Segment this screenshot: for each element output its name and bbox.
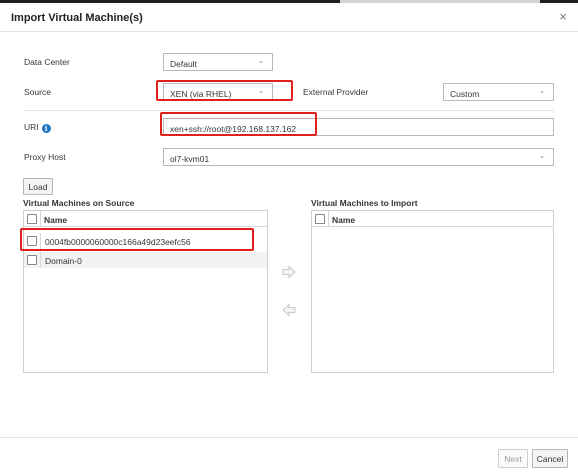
cancel-button[interactable]: Cancel	[532, 449, 568, 468]
info-icon[interactable]: i	[41, 124, 51, 133]
uri-highlight	[160, 112, 317, 136]
arrow-right-icon[interactable]	[282, 265, 296, 279]
chevron-down-icon: ⌄	[539, 88, 545, 95]
chevron-down-icon: ⌄	[539, 153, 545, 160]
table-row[interactable]: Domain-0	[24, 252, 267, 268]
import-vm-panel[interactable]: Name	[311, 210, 554, 373]
load-button[interactable]: Load	[23, 178, 53, 195]
proxy-host-value: ol7-kvm01	[170, 154, 210, 164]
select-all-checkbox[interactable]	[315, 214, 325, 224]
name-column-header[interactable]: Name	[332, 215, 355, 225]
chevron-down-icon: ⌄	[258, 58, 264, 65]
arrow-left-icon[interactable]	[282, 303, 296, 317]
external-provider-label: External Provider	[303, 87, 369, 97]
uri-label-text: URI	[24, 122, 39, 132]
vm-name: Domain-0	[45, 256, 82, 266]
dialog-title: Import Virtual Machine(s)	[11, 12, 143, 24]
data-center-value: Default	[170, 59, 197, 69]
divider	[24, 110, 554, 111]
source-panel-title: Virtual Machines on Source	[23, 198, 135, 208]
source-label: Source	[24, 87, 51, 97]
external-provider-select[interactable]: Custom ⌄	[443, 83, 554, 101]
name-column-header[interactable]: Name	[44, 215, 67, 225]
close-icon[interactable]: ×	[559, 9, 567, 24]
import-panel-header: Name	[312, 211, 553, 227]
proxy-host-label: Proxy Host	[24, 152, 66, 162]
uri-label: URI i	[24, 122, 51, 133]
source-panel-header: Name	[24, 211, 267, 227]
data-center-select[interactable]: Default ⌄	[163, 53, 273, 71]
row-checkbox[interactable]	[27, 255, 37, 265]
proxy-host-select[interactable]: ol7-kvm01 ⌄	[163, 148, 554, 166]
footer-divider	[0, 437, 578, 438]
data-center-label: Data Center	[24, 57, 70, 67]
import-panel-title: Virtual Machines to Import	[311, 198, 418, 208]
dialog-header: Import Virtual Machine(s) ×	[0, 3, 578, 32]
external-provider-value: Custom	[450, 89, 480, 99]
select-all-checkbox[interactable]	[27, 214, 37, 224]
next-button[interactable]: Next	[498, 449, 528, 468]
vm-row-highlight	[20, 228, 254, 251]
source-highlight	[156, 80, 293, 101]
